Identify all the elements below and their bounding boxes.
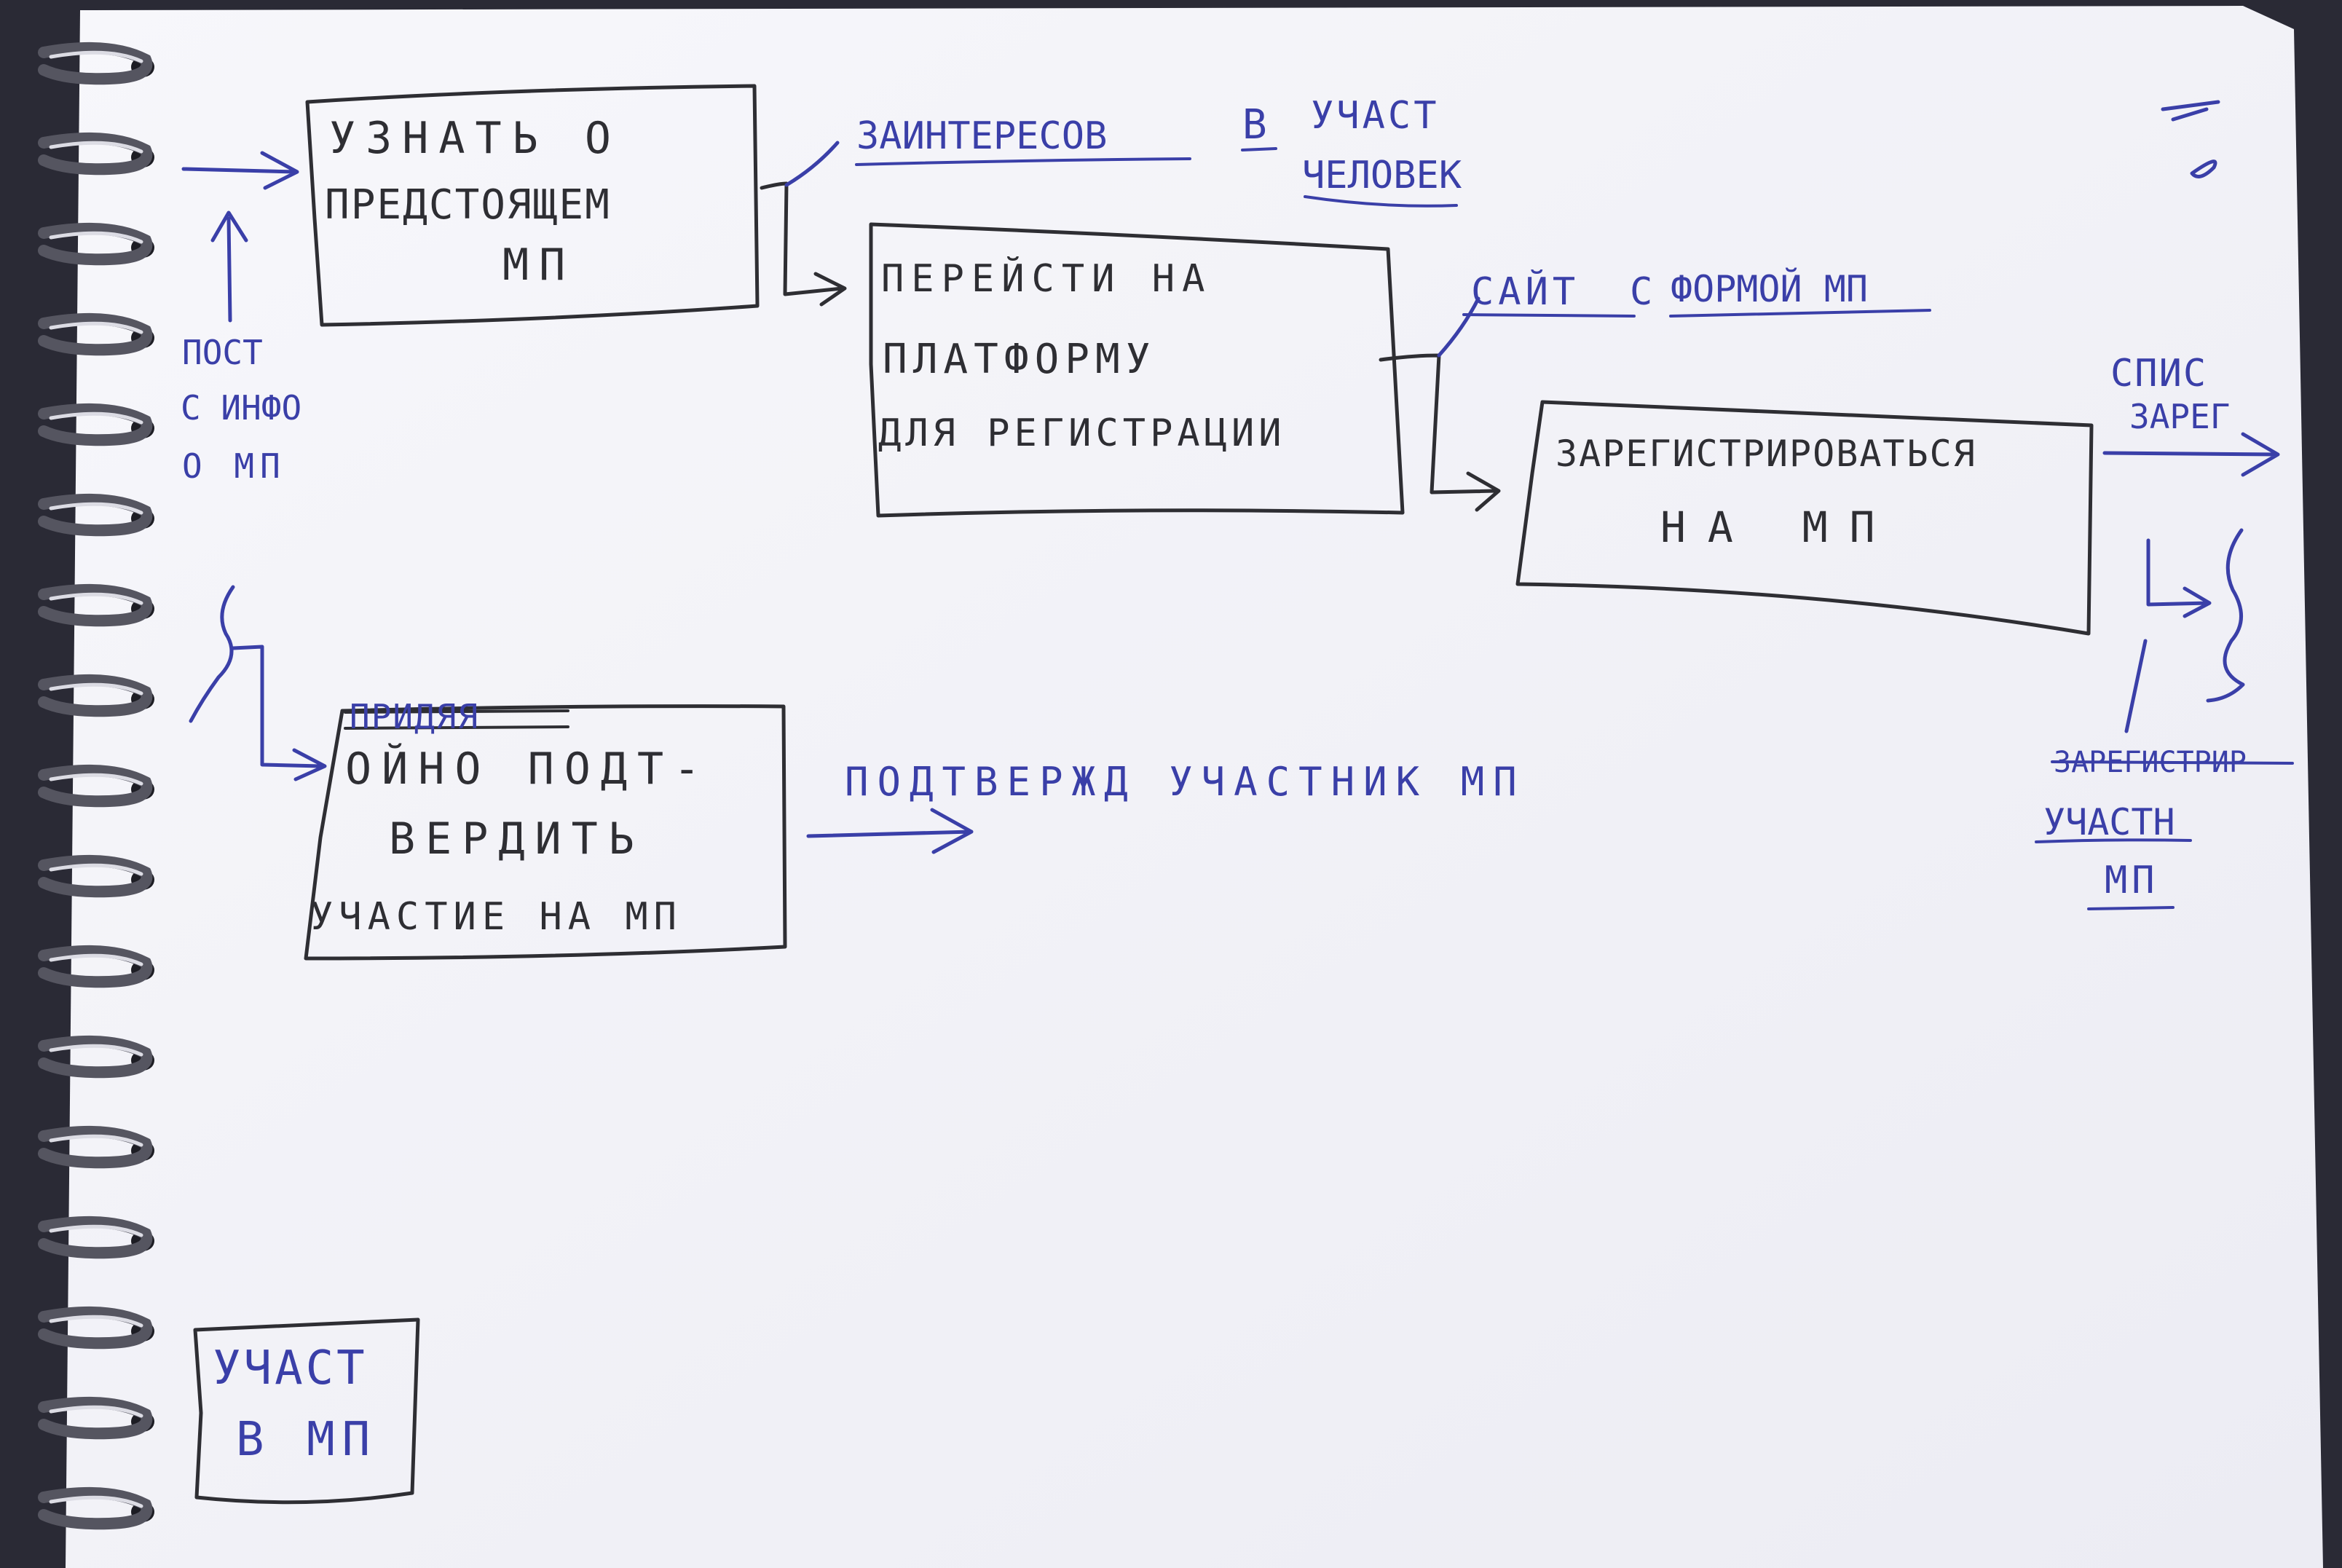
label-site-form-part1: САЙТ xyxy=(1471,269,1580,314)
box-register-line2: НА МП xyxy=(1660,503,1897,552)
label-registered-line2: МП xyxy=(2105,859,2159,902)
box-confirm-line1: ОЙНО ПОДТ- xyxy=(345,742,710,795)
label-interested-part3: УЧАСТ xyxy=(1311,94,1440,138)
label-post-info-line3: О МП xyxy=(182,446,286,486)
box-confirm-struck-word: ПРИДЯЯ xyxy=(350,697,479,736)
box-learn-line1: УЗНАТЬ О xyxy=(329,113,621,164)
box-platform-line3: ДЛЯ РЕГИСТРАЦИИ xyxy=(878,411,1286,455)
box-learn-line3: МП xyxy=(502,240,575,291)
box-register-line1: ЗАРЕГИСТРИРОВАТЬСЯ xyxy=(1556,433,1976,475)
label-site-form-part2: С xyxy=(1630,270,1652,314)
label-registered-struck: ЗАРЕГИСТРИР xyxy=(2054,746,2247,779)
label-registered-line1: УЧАСТН xyxy=(2043,801,2175,843)
box-confirm-line2: ВЕРДИТЬ xyxy=(389,813,644,864)
label-site-form-part3: ФОРМОЙ МП xyxy=(1671,267,1868,310)
label-interested-part2: В xyxy=(1242,101,1267,149)
notebook-page: УЗНАТЬ О ПРЕДСТОЯЩЕМ МП ПЕРЕЙСТИ НА ПЛАТ… xyxy=(0,0,2342,1568)
box-participant-line2: В МП xyxy=(236,1413,377,1467)
label-post-info-line2: С ИНФО xyxy=(181,388,301,428)
label-confirmed: ПОДТВЕРЖД УЧАСТНИК МП xyxy=(845,759,1526,805)
box-confirm-line3: УЧАСТИЕ НА МП xyxy=(310,895,682,939)
label-list-line1: СПИС xyxy=(2110,352,2207,395)
box-participant-line1: УЧАСТ xyxy=(213,1342,368,1395)
label-post-info-line1: ПОСТ xyxy=(182,333,263,372)
sketch-canvas: УЗНАТЬ О ПРЕДСТОЯЩЕМ МП ПЕРЕЙСТИ НА ПЛАТ… xyxy=(38,6,2323,1568)
box-learn-line2: ПРЕДСТОЯЩЕМ xyxy=(325,181,611,229)
box-platform-line2: ПЛАТФОРМУ xyxy=(883,336,1156,383)
box-platform-line1: ПЕРЕЙСТИ НА xyxy=(881,256,1212,301)
label-interested-part1: ЗАИНТЕРЕСОВ xyxy=(856,114,1107,158)
label-list-line2: ЗАРЕГ xyxy=(2129,397,2230,436)
label-interested-part4: ЧЕЛОВЕК xyxy=(1302,154,1462,197)
